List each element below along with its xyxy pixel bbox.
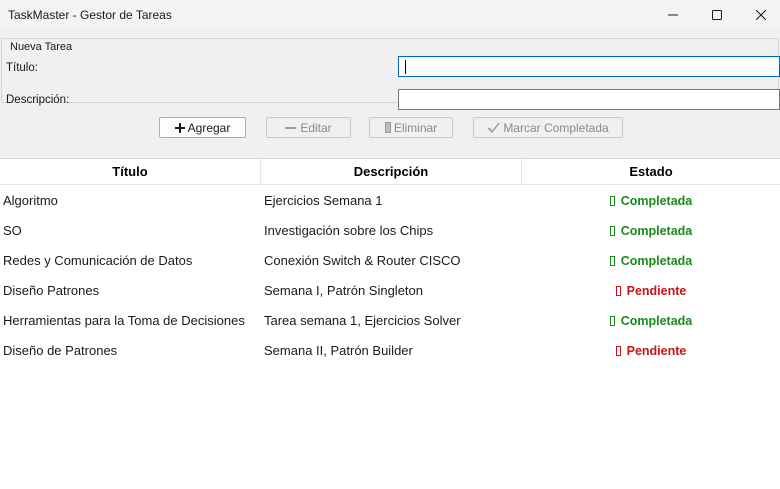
trash-icon bbox=[384, 122, 391, 133]
maximize-icon bbox=[712, 10, 722, 20]
status-icon bbox=[609, 226, 615, 236]
task-status-text: Completada bbox=[620, 254, 693, 268]
close-button[interactable] bbox=[738, 0, 780, 30]
window-title: TaskMaster - Gestor de Tareas bbox=[8, 8, 172, 22]
table-row[interactable]: Redes y Comunicación de Datos Conexión S… bbox=[0, 246, 780, 276]
table-header: Título Descripción Estado bbox=[0, 159, 780, 185]
column-header-descripcion[interactable]: Descripción bbox=[261, 159, 522, 185]
column-header-estado[interactable]: Estado bbox=[522, 159, 780, 185]
status-icon bbox=[615, 286, 621, 296]
marcar-completada-label: Marcar Completada bbox=[503, 120, 609, 135]
agregar-button[interactable]: Agregar bbox=[159, 117, 246, 138]
task-status-cell: Pendiente bbox=[522, 336, 780, 366]
task-status-cell: Completada bbox=[522, 186, 780, 216]
checkmark-icon bbox=[487, 122, 500, 133]
status-icon bbox=[609, 196, 615, 206]
task-description-cell: Tarea semana 1, Ejercicios Solver bbox=[264, 313, 461, 328]
titulo-input[interactable] bbox=[398, 56, 780, 77]
status-icon bbox=[609, 316, 615, 326]
table-row[interactable]: SO Investigación sobre los Chips Complet… bbox=[0, 216, 780, 246]
task-description-cell: Investigación sobre los Chips bbox=[264, 223, 434, 238]
close-icon bbox=[756, 10, 766, 20]
task-status-text: Completada bbox=[620, 194, 693, 208]
eliminar-label: Eliminar bbox=[393, 120, 438, 135]
maximize-button[interactable] bbox=[694, 0, 740, 30]
editar-button[interactable]: Editar bbox=[266, 117, 351, 138]
task-description-cell: Conexión Switch & Router CISCO bbox=[264, 253, 461, 268]
task-title-cell: Herramientas para la Toma de Decisiones bbox=[3, 313, 245, 328]
nueva-tarea-group: Nueva Tarea Título: Descripción: bbox=[1, 38, 780, 110]
pencil-icon bbox=[285, 124, 298, 132]
task-description-cell: Semana II, Patrón Builder bbox=[264, 343, 413, 358]
task-title-cell: SO bbox=[3, 223, 22, 238]
task-status-cell: Completada bbox=[522, 246, 780, 276]
titulo-label: Título: bbox=[6, 62, 38, 74]
status-icon bbox=[615, 346, 621, 356]
table-row[interactable]: Herramientas para la Toma de Decisiones … bbox=[0, 306, 780, 336]
plus-icon bbox=[174, 122, 185, 133]
column-header-titulo[interactable]: Título bbox=[0, 159, 261, 185]
task-status-text: Pendiente bbox=[626, 344, 687, 358]
task-status-text: Pendiente bbox=[626, 284, 687, 298]
task-description-cell: Ejercicios Semana 1 bbox=[264, 193, 383, 208]
task-title-cell: Diseño de Patrones bbox=[3, 343, 118, 358]
task-description-cell: Semana I, Patrón Singleton bbox=[264, 283, 423, 298]
tasks-table: Título Descripción Estado Algoritmo Ejer… bbox=[0, 158, 780, 489]
task-title-cell: Algoritmo bbox=[3, 193, 58, 208]
task-title-cell: Diseño Patrones bbox=[3, 283, 100, 298]
task-status-cell: Completada bbox=[522, 216, 780, 246]
table-row[interactable]: Diseño Patrones Semana I, Patrón Singlet… bbox=[0, 276, 780, 306]
task-status-cell: Completada bbox=[522, 306, 780, 336]
group-title: Nueva Tarea bbox=[8, 41, 75, 53]
task-status-text: Completada bbox=[620, 224, 693, 238]
editar-label: Editar bbox=[300, 120, 332, 135]
title-bar: TaskMaster - Gestor de Tareas bbox=[0, 0, 780, 30]
task-status-text: Completada bbox=[620, 314, 693, 328]
task-form-area: Nueva Tarea Título: Descripción: Agregar… bbox=[0, 30, 780, 158]
table-row[interactable]: Diseño de Patrones Semana II, Patrón Bui… bbox=[0, 336, 780, 366]
task-title-cell: Redes y Comunicación de Datos bbox=[3, 253, 193, 268]
status-icon bbox=[609, 256, 615, 266]
descripcion-input[interactable] bbox=[398, 89, 780, 110]
task-status-cell: Pendiente bbox=[522, 276, 780, 306]
marcar-completada-button[interactable]: Marcar Completada bbox=[473, 117, 623, 138]
agregar-label: Agregar bbox=[187, 120, 231, 135]
minimize-button[interactable] bbox=[650, 0, 696, 30]
eliminar-button[interactable]: Eliminar bbox=[369, 117, 453, 138]
text-caret bbox=[405, 60, 406, 74]
table-row[interactable]: Algoritmo Ejercicios Semana 1 Completada bbox=[0, 186, 780, 216]
descripcion-label: Descripción: bbox=[6, 94, 70, 106]
minimize-icon bbox=[668, 14, 678, 16]
